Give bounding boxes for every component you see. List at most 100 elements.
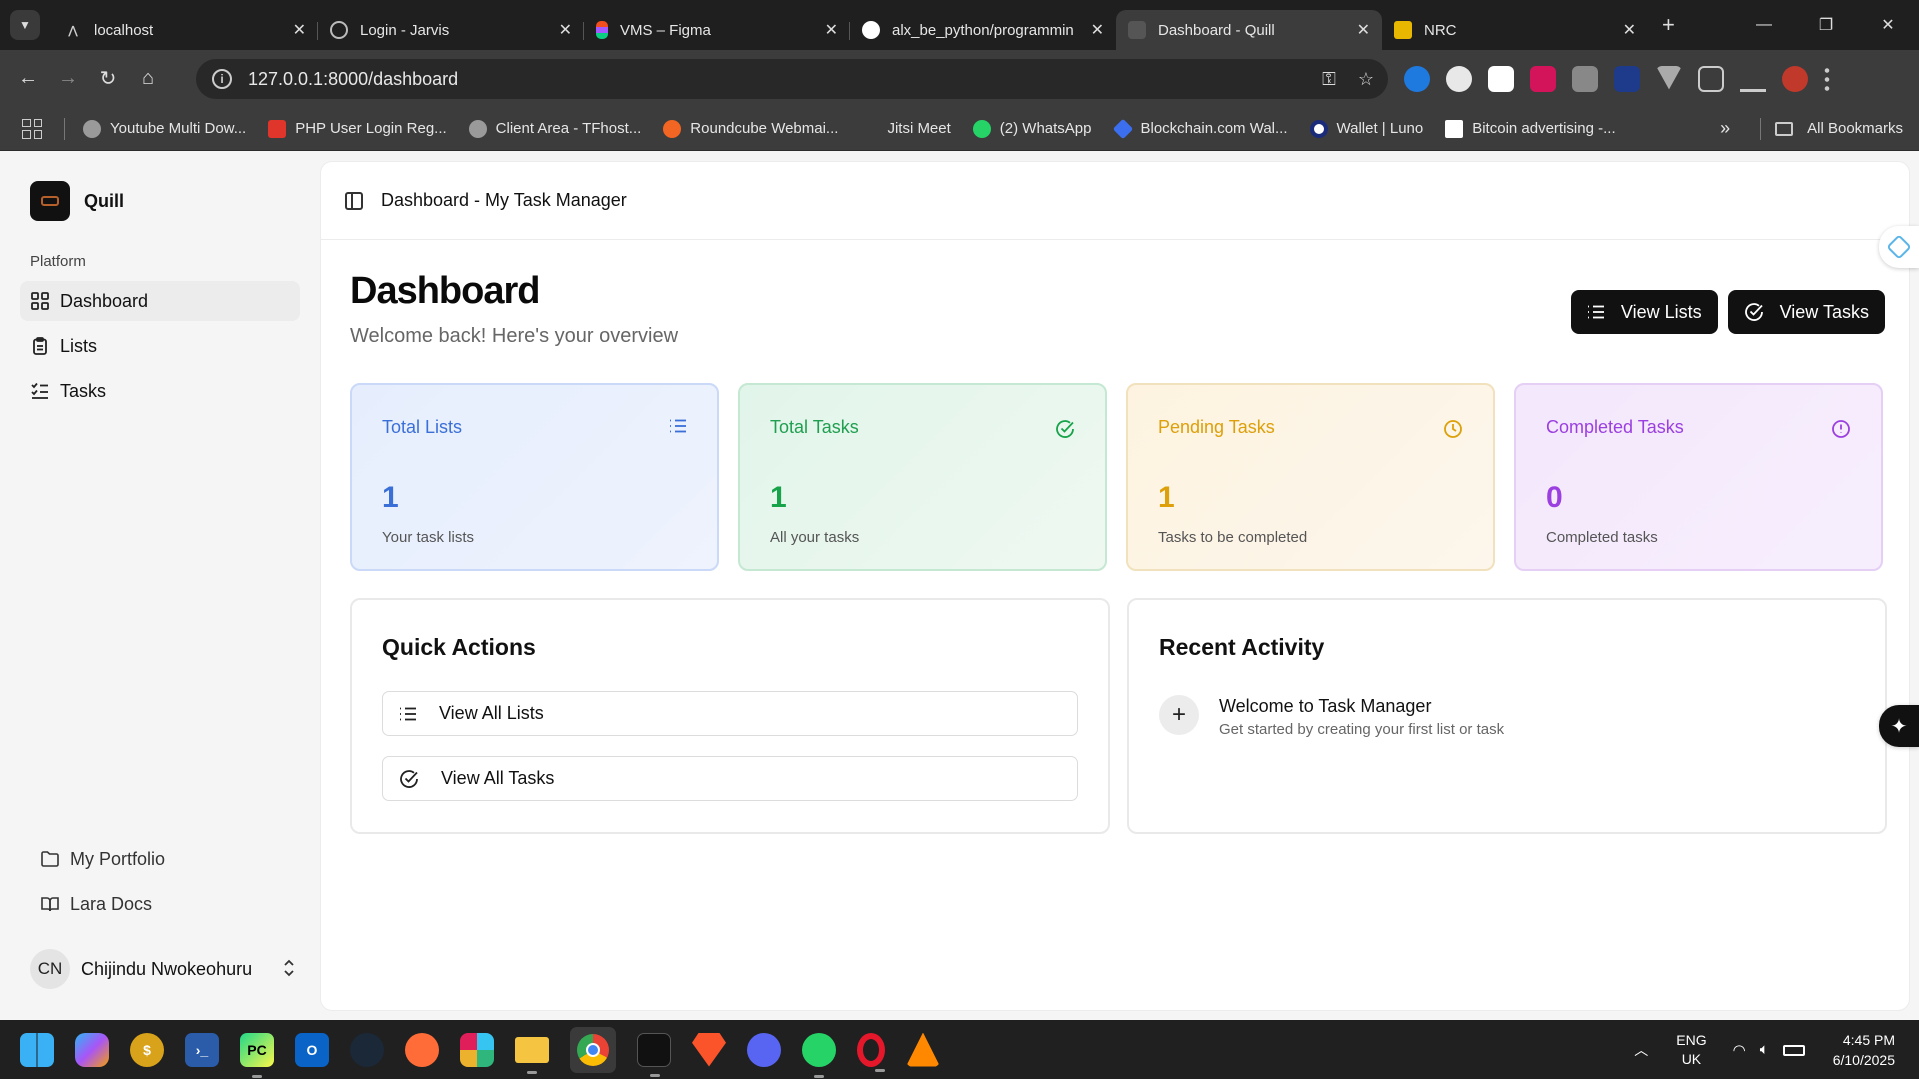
key-icon[interactable]: ⚿ [1322,69,1336,90]
stat-card-completed-tasks: Completed Tasks 0 Completed tasks [1514,383,1883,571]
windows-start-icon[interactable] [20,1032,54,1067]
minimize-button[interactable]: — [1733,16,1795,34]
sidebar-item-label: My Portfolio [70,848,166,869]
chevron-up-icon[interactable]: ︿ [1634,1040,1648,1060]
copilot-icon[interactable] [75,1032,109,1067]
profile-avatar[interactable] [1782,66,1808,92]
tab-strip: ⋀ localhost ✕ Login - Jarvis ✕ VMS – Fig… [52,0,1648,50]
tab-localhost[interactable]: ⋀ localhost ✕ [52,10,318,50]
game-extension-icon[interactable] [1488,66,1514,92]
brave-icon[interactable] [692,1032,726,1067]
bookmark-item[interactable]: Roundcube Webmai... [663,119,838,138]
close-icon[interactable]: ✕ [1357,20,1370,40]
globe-icon [468,119,487,138]
sidebar-item-tasks[interactable]: Tasks [20,371,300,411]
sidebar-item-lara-docs[interactable]: Lara Docs [30,884,165,924]
sidebar: Quill Platform Dashboard Lists Tasks My … [0,151,320,1020]
steam-icon[interactable] [350,1032,384,1067]
tab-github[interactable]: alx_be_python/programmin ✕ [850,10,1116,50]
json-extension-icon[interactable] [1530,66,1556,92]
menu-icon[interactable] [1824,66,1830,92]
bookmark-label: Youtube Multi Dow... [110,120,247,137]
cube-app-icon[interactable] [637,1032,671,1077]
close-icon[interactable]: ✕ [293,20,306,40]
recent-activity-panel: Recent Activity + Welcome to Task Manage… [1127,598,1887,834]
slack-icon[interactable] [460,1032,494,1067]
folder-icon [40,849,60,869]
globe-icon [330,21,348,39]
view-all-lists-button[interactable]: View All Lists [382,691,1078,736]
sidebar-item-lists[interactable]: Lists [20,326,300,366]
restore-button[interactable]: ❐ [1795,15,1857,35]
back-button[interactable]: ← [8,67,48,90]
all-bookmarks-button[interactable]: All Bookmarks [1807,120,1903,137]
bookmark-item[interactable]: Youtube Multi Dow... [83,119,247,138]
whatsapp-icon[interactable] [802,1032,836,1078]
more-bookmarks-icon[interactable]: » [1720,118,1730,139]
pycharm-icon[interactable]: PC [240,1032,274,1078]
apps-grid-icon[interactable] [22,118,42,139]
activity-text: Welcome to Task Manager Get started by c… [1219,695,1504,738]
sidebar-toggle-icon[interactable] [345,191,363,210]
k-extension-icon[interactable] [1614,66,1640,92]
extension-side-icon[interactable] [1879,226,1919,268]
outlook-icon[interactable]: O [295,1032,329,1067]
bookmark-item[interactable]: Client Area - TFhost... [468,119,641,138]
close-icon[interactable]: ✕ [1091,20,1104,40]
bookmark-item[interactable]: Bitcoin advertising -... [1445,119,1616,138]
vlc-icon[interactable] [906,1032,940,1067]
btc-icon [1445,119,1464,138]
edge-extension-icon[interactable] [1404,66,1430,92]
money-app-icon[interactable]: $ [130,1032,164,1067]
opera-icon[interactable] [857,1032,885,1072]
star-icon[interactable]: ☆ [1358,69,1374,90]
address-bar[interactable]: i 127.0.0.1:8000/dashboard ⚿ ☆ [196,59,1388,99]
bookmark-item[interactable]: Jitsi Meet [860,120,950,138]
view-all-tasks-button[interactable]: View All Tasks [382,756,1078,801]
postman-icon[interactable] [405,1032,439,1067]
powershell-icon[interactable]: ›_ [185,1032,219,1067]
download-icon[interactable] [1740,66,1766,92]
chrome-icon[interactable] [570,1026,616,1073]
button-label: View All Tasks [441,768,555,788]
close-icon[interactable]: ✕ [559,20,572,40]
tab-dashboard-quill[interactable]: Dashboard - Quill ✕ [1116,10,1382,50]
clock[interactable]: 4:45 PM 6/10/2025 [1833,1030,1895,1070]
bookmark-item[interactable]: PHP User Login Reg... [268,119,447,138]
view-tasks-button[interactable]: View Tasks [1727,290,1885,334]
site-info-icon[interactable]: i [212,69,232,89]
file-explorer-icon[interactable] [515,1036,549,1074]
stat-description: All your tasks [770,529,860,546]
reload-button[interactable]: ↻ [88,66,128,91]
activity-subtitle: Get started by creating your first list … [1219,721,1505,738]
extension-icon[interactable] [1446,66,1472,92]
bookmark-item[interactable]: Wallet | Luno [1309,119,1423,138]
close-icon[interactable]: ✕ [1623,20,1636,40]
view-lists-button[interactable]: View Lists [1570,290,1718,334]
bookmark-item[interactable]: Blockchain.com Wal... [1112,118,1288,139]
close-window-button[interactable]: ✕ [1857,15,1919,35]
clock-date: 6/10/2025 [1832,1051,1895,1068]
tab-search-button[interactable]: ▼ [10,10,40,40]
system-icons[interactable]: ◠ 🔈︎ [1733,1041,1805,1059]
brand[interactable]: Quill [30,181,124,221]
tab-nrc[interactable]: NRC ✕ [1382,10,1648,50]
ai-assistant-button[interactable]: ✦ [1879,705,1919,747]
tab-figma[interactable]: VMS – Figma ✕ [584,10,850,50]
forward-button[interactable]: → [48,67,88,90]
user-menu[interactable]: CN Chijindu Nwokeohuru [30,949,295,989]
vue-extension-icon[interactable] [1656,66,1682,90]
camera-extension-icon[interactable] [1572,66,1598,92]
tab-login-jarvis[interactable]: Login - Jarvis ✕ [318,10,584,50]
language-indicator[interactable]: ENG UK [1676,1031,1706,1069]
stat-label: Total Lists [382,417,463,437]
sidebar-item-dashboard[interactable]: Dashboard [20,281,300,321]
discord-icon[interactable] [747,1032,781,1067]
home-button[interactable]: ⌂ [128,67,168,90]
quill-icon [1128,21,1146,39]
close-icon[interactable]: ✕ [825,20,838,40]
puzzle-icon[interactable] [1698,66,1724,92]
sidebar-item-my-portfolio[interactable]: My Portfolio [30,839,165,879]
new-tab-button[interactable]: + [1662,12,1675,38]
bookmark-item[interactable]: (2) WhatsApp [972,119,1092,138]
